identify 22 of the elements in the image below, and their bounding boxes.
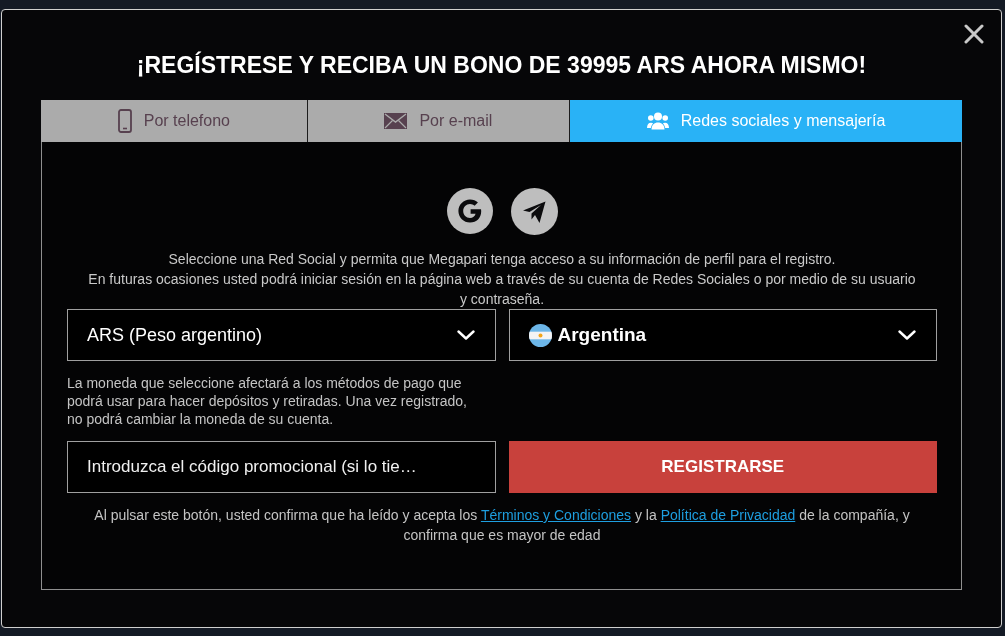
text-link[interactable]: Términos y Condiciones	[480, 507, 632, 523]
terms-text: Al pulsar este botón, usted confirma que ha leído y acepta los Términos y Condiciones y la Política de Privacidad de la compañía, y confirma que es mayor de edad	[93, 506, 911, 545]
envelope-icon	[384, 113, 408, 129]
promo-code-field[interactable]: Introduzca el código promocional (si lo tie…	[67, 441, 496, 493]
phone-icon	[117, 109, 132, 133]
tab[interactable]: Por telefono	[41, 100, 307, 142]
g-logo-icon[interactable]	[446, 188, 493, 234]
tab[interactable]: Por e-mail	[307, 100, 570, 142]
description-text: Seleccione una Red Social y permita que Megapari tenga acceso a su información de perfil para el registro.	[167, 250, 837, 269]
currency-dropdown[interactable]: ARS (Peso argentino)	[67, 309, 496, 361]
register-button[interactable]: REGISTRARSE	[508, 441, 937, 493]
flag-icon	[528, 323, 552, 347]
close-icon[interactable]	[964, 24, 984, 44]
currency-note-text: La moneda que seleccione afectará a los métodos de pago que podrá usar para hacer depósitos y retiradas. Una vez registrado, no podrá cambiar la moneda de su cuenta.	[67, 374, 468, 428]
paper-plane-icon[interactable]	[510, 188, 558, 235]
country-dropdown[interactable]: Argentina	[508, 309, 937, 361]
chevron-down-icon	[456, 330, 475, 340]
chevron-down-icon	[898, 330, 916, 340]
dialog-title: ¡REGÍSTRESE Y RECIBA UN BONO DE 39995 ARS AHORA MISMO!	[135, 51, 868, 79]
text-link[interactable]: Política de Privacidad	[660, 507, 796, 523]
description-text: En futuras ocasiones usted podrá iniciar sesión en la página web a través de su cuenta de Redes Sociales o por medio de su usuario y contraseña.	[87, 270, 917, 309]
people-icon	[646, 112, 669, 130]
